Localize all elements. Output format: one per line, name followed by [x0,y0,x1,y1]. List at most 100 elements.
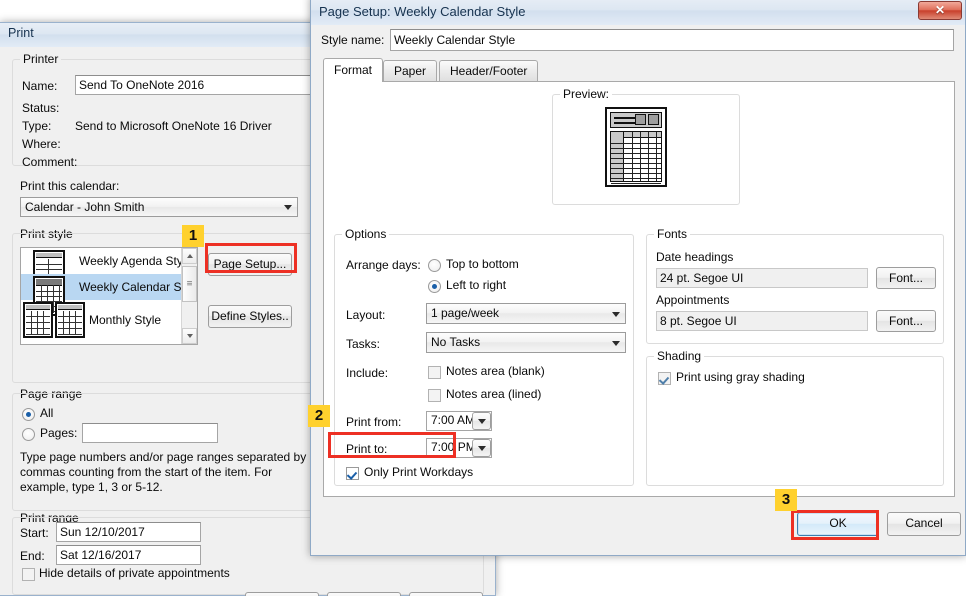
printer-group-label: Printer [20,52,62,66]
page-range-all-label: All [40,406,54,420]
list-item[interactable]: Weekly Agenda Sty [21,248,197,290]
print-from-combo[interactable]: 7:00 AM [426,411,492,431]
printer-type-label: Type: [22,119,52,133]
chevron-down-icon [612,311,620,317]
chevron-down-icon [612,340,620,346]
style-name-input[interactable]: Weekly Calendar Style [390,29,954,51]
define-styles-button[interactable]: Define Styles.. [208,305,292,328]
page-setup-cancel-button[interactable]: Cancel [887,512,961,536]
page-range-pages-radio[interactable] [22,428,35,441]
print-this-calendar-label: Print this calendar: [20,179,120,193]
printer-comment-label: Comment: [22,155,78,169]
monthly-style-icon-left [23,302,53,338]
print-from-label: Print from: [346,415,402,429]
print-range-start-label: Start: [20,526,49,540]
close-icon[interactable]: ✕ [918,1,962,20]
layout-value: 1 page/week [431,306,500,320]
arrange-top-to-bottom-radio[interactable] [428,259,441,272]
printer-name-field[interactable]: Send To OneNote 2016 [75,75,325,95]
arrange-top-to-bottom-label: Top to bottom [446,257,519,271]
chevron-down-icon[interactable] [472,439,491,457]
page-range-pages-label: Pages: [40,426,78,440]
page-setup-titlebar: Page Setup: Weekly Calendar Style ✕ [311,0,965,25]
notes-area-blank-label: Notes area (blank) [446,364,545,378]
printer-status-label: Status: [22,101,60,115]
preview-button[interactable]: Preview [327,592,401,596]
screenshot-root: Print Printer Name: Send To OneNote 2016… [0,0,966,596]
printer-type-value: Send to Microsoft OneNote 16 Driver [75,119,272,133]
shading-group-label: Shading [654,349,705,363]
appointments-label: Appointments [656,293,730,307]
print-style-scrollbar[interactable] [181,248,197,344]
list-item-label: Weekly Agenda Sty [79,254,183,268]
printer-name-label: Name: [22,79,58,93]
style-name-label: Style name: [321,33,385,47]
print-this-calendar-combo[interactable]: Calendar - John Smith [20,197,298,217]
hide-private-appointments-checkbox[interactable] [22,568,35,581]
page-range-all-radio[interactable] [22,408,35,421]
layout-label: Layout: [346,308,386,322]
print-from-value: 7:00 AM [431,413,476,427]
list-item[interactable]: Monthly Style [21,300,197,340]
print-style-listbox[interactable]: Weekly Agenda Sty Weekly Calendar St Mon… [20,247,198,345]
tab-paper[interactable]: Paper [383,60,438,82]
scrollbar-thumb[interactable] [182,266,197,302]
tasks-value: No Tasks [431,335,481,349]
page-setup-client: Style name: Weekly Calendar Style Paper … [311,25,965,555]
print-range-end-label: End: [20,549,45,563]
gray-shading-checkbox[interactable] [658,372,671,385]
arrange-days-label: Arrange days: [346,258,421,272]
page-setup-dialog: Page Setup: Weekly Calendar Style ✕ Styl… [310,0,966,556]
monthly-style-icon-right [55,302,85,338]
appointments-font-button[interactable]: Font... [876,310,936,332]
list-item-label: Weekly Calendar St [79,280,185,294]
step-badge-2: 2 [308,405,330,427]
ok-button-highlight [791,510,879,540]
tasks-combo[interactable]: No Tasks [426,332,626,353]
include-label: Include: [346,366,389,380]
hide-private-appointments-label: Hide details of private appointments [39,566,230,580]
printer-where-label: Where: [22,137,61,151]
tab-header-footer[interactable]: Header/Footer [439,60,539,82]
layout-combo[interactable]: 1 page/week [426,303,626,324]
arrange-left-to-right-label: Left to right [446,278,507,292]
page-setup-title: Page Setup: Weekly Calendar Style [319,4,526,19]
preview-group-label: Preview: [560,87,613,101]
step-badge-3: 3 [775,489,797,511]
only-print-workdays-checkbox[interactable] [346,467,359,480]
gray-shading-label: Print using gray shading [676,370,805,384]
only-print-workdays-highlight [328,432,456,458]
notes-area-lined-label: Notes area (lined) [446,387,542,401]
scroll-up-icon[interactable] [182,248,197,264]
print-range-start-input[interactable]: Sun 12/10/2017 [56,522,201,542]
preview-thumb-header [610,112,662,128]
only-print-workdays-label: Only Print Workdays [364,465,474,479]
step-badge-1: 1 [182,225,204,247]
print-cancel-button[interactable]: Cancel [409,592,483,596]
arrange-left-to-right-radio[interactable] [428,280,441,293]
date-headings-font-button[interactable]: Font... [876,267,936,289]
date-headings-label: Date headings [656,250,734,264]
tab-format[interactable]: Format [323,58,384,82]
print-dialog-title: Print [8,26,34,40]
print-button[interactable]: Print [245,592,319,596]
page-range-pages-input[interactable] [82,423,218,443]
print-this-calendar-value: Calendar - John Smith [25,200,145,214]
page-range-help-text: Type page numbers and/or page ranges sep… [20,450,307,494]
tasks-label: Tasks: [346,337,381,351]
date-headings-field: 24 pt. Segoe UI [656,268,868,288]
fonts-group-label: Fonts [654,227,691,241]
chevron-down-icon [284,205,292,210]
chevron-down-icon[interactable] [472,412,491,430]
list-item[interactable]: Weekly Calendar St [21,274,197,316]
page-setup-button-highlight [205,243,297,273]
print-range-end-input[interactable]: Sat 12/16/2017 [56,545,201,565]
options-group-label: Options [342,227,390,241]
preview-thumb-grid [610,131,662,184]
appointments-field: 8 pt. Segoe UI [656,311,868,331]
preview-thumbnail [605,107,667,187]
scroll-down-icon[interactable] [182,328,197,344]
list-item-label: Monthly Style [89,313,162,327]
notes-area-blank-checkbox[interactable] [428,366,441,379]
notes-area-lined-checkbox[interactable] [428,389,441,402]
